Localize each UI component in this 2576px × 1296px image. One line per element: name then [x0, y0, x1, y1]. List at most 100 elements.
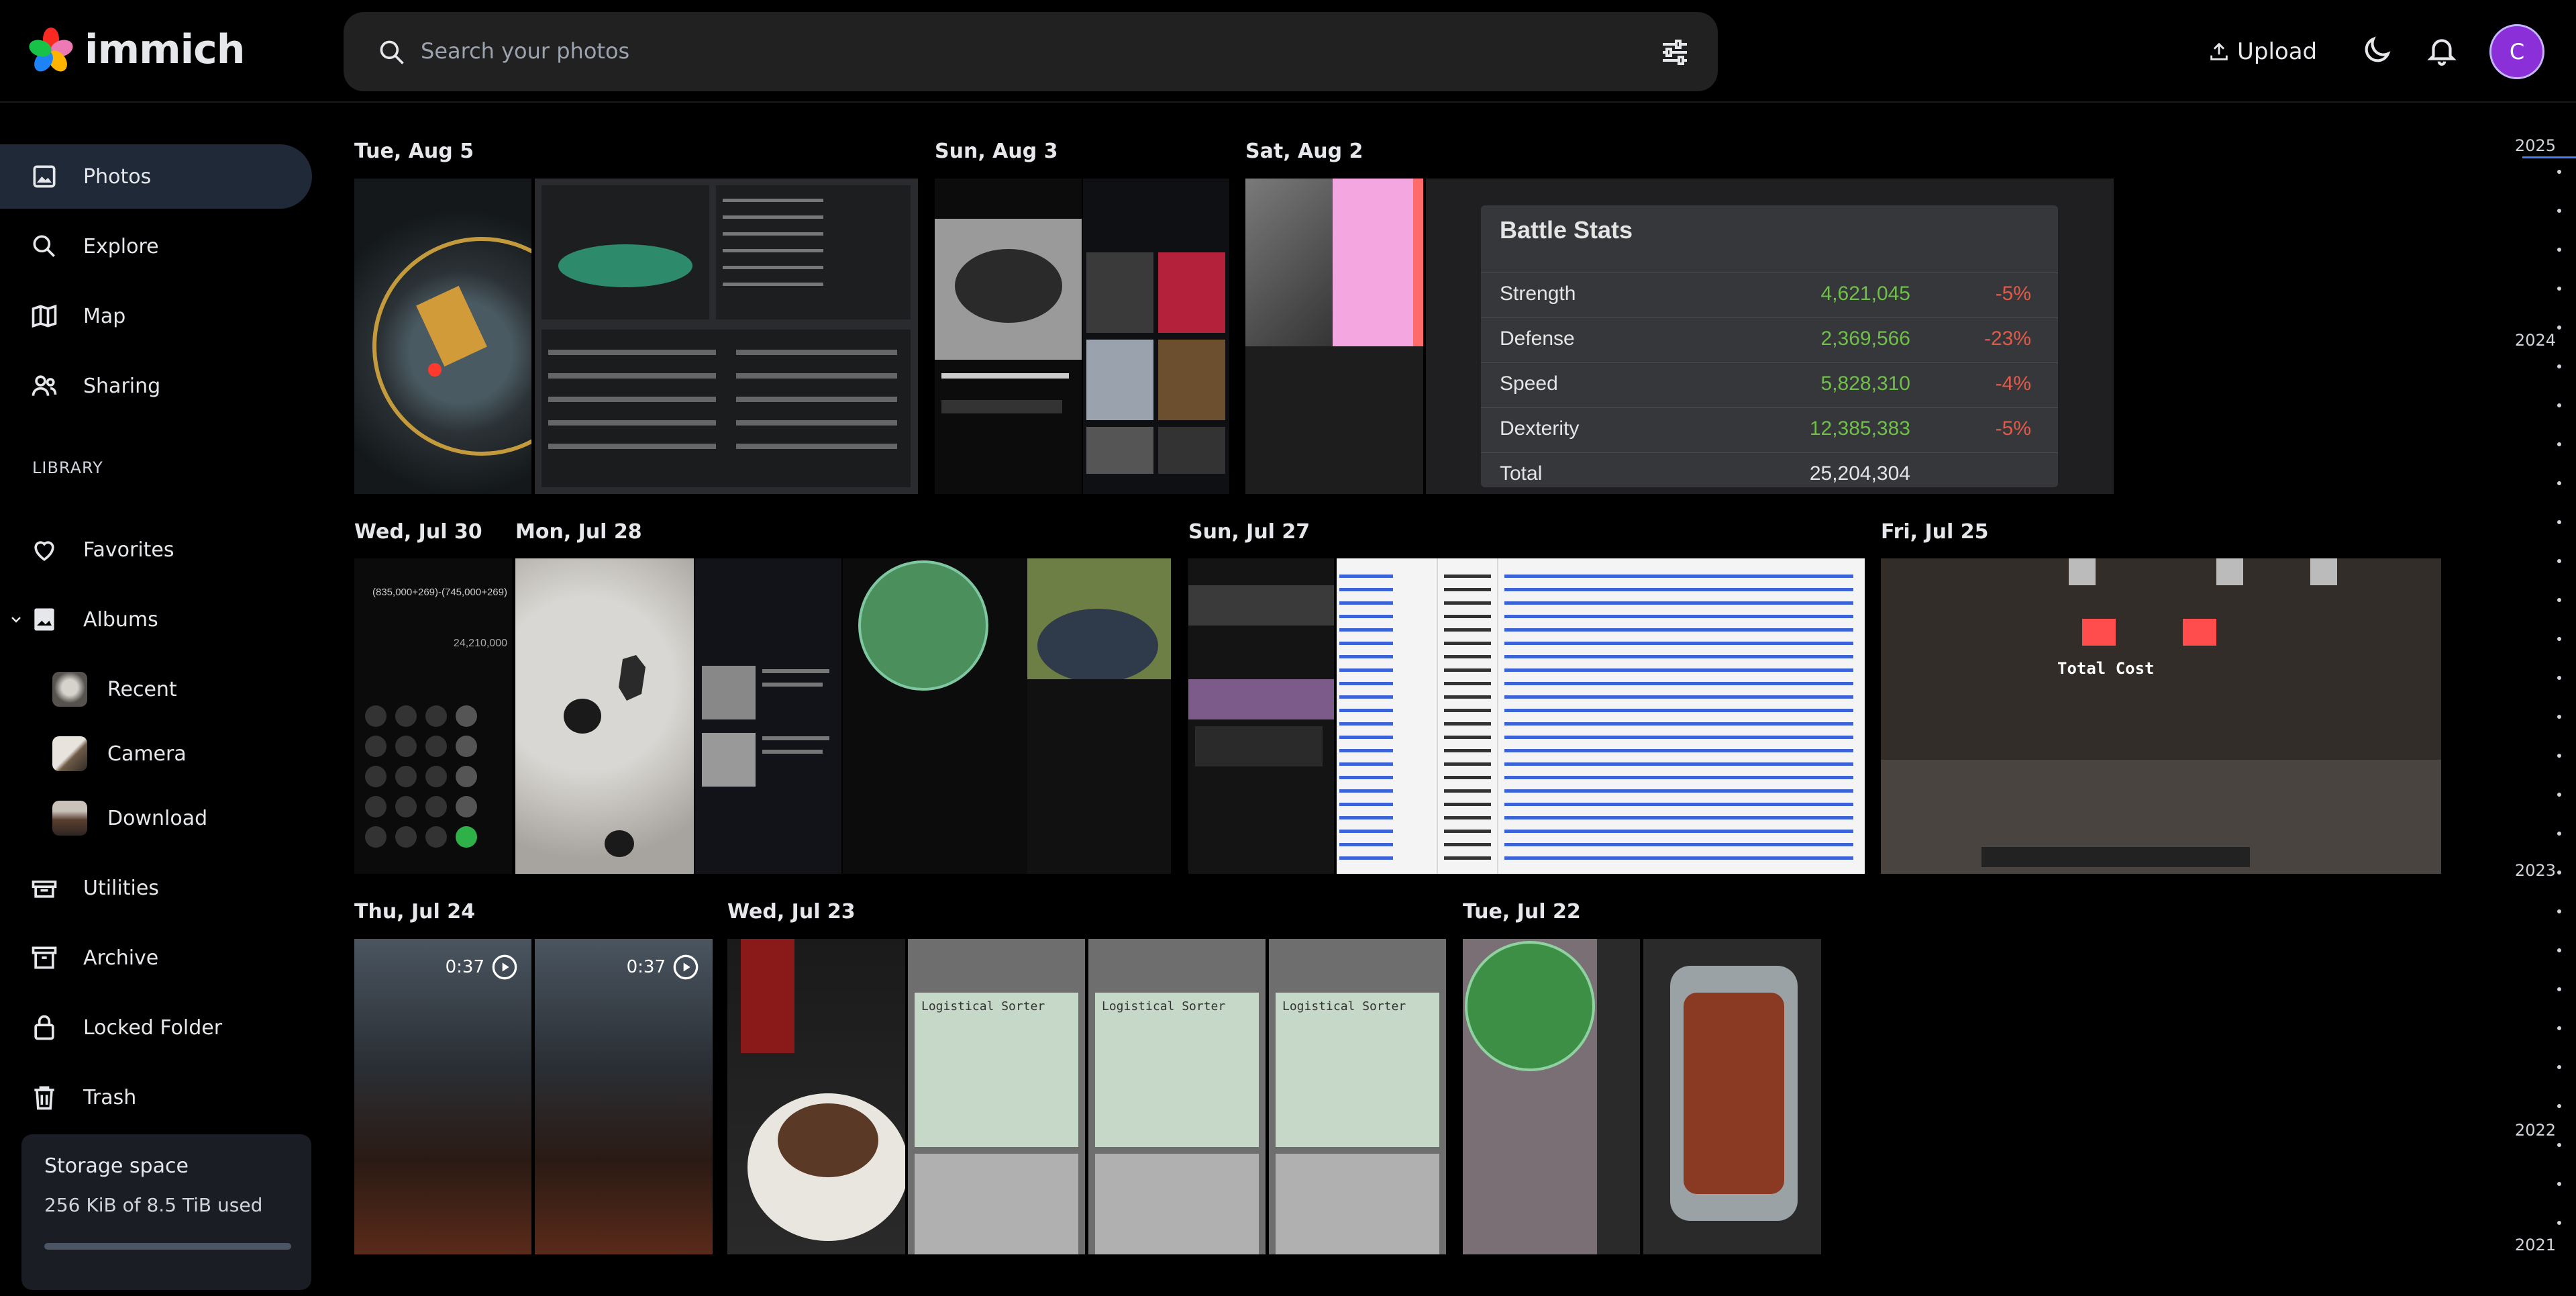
- photo-thumbnail[interactable]: [1337, 558, 1865, 874]
- scrubber-dot: [2557, 287, 2561, 291]
- theme-toggle-icon[interactable]: [2360, 34, 2393, 67]
- immich-logo[interactable]: immich: [27, 26, 245, 74]
- total-cost-label: Total Cost: [2057, 659, 2155, 678]
- duration-text: 0:37: [445, 957, 484, 977]
- video-thumbnail[interactable]: 0:37: [354, 939, 531, 1254]
- monitor-photo-image: [1245, 179, 1423, 494]
- date-group-label[interactable]: Mon, Jul 28: [515, 520, 642, 544]
- sidebar-item-sharing[interactable]: Sharing: [0, 354, 312, 418]
- sidebar-item-label: Utilities: [83, 876, 159, 900]
- sidebar-item-label: Sharing: [83, 374, 161, 398]
- food-photo-image: [741, 939, 905, 1241]
- sidebar-item-label: Map: [83, 304, 126, 328]
- photo-thumbnail[interactable]: [1188, 558, 1334, 874]
- album-item-recent[interactable]: Recent: [52, 662, 177, 716]
- library-heading: LIBRARY: [32, 458, 103, 477]
- video-duration: 0:37: [627, 954, 699, 981]
- search-input[interactable]: [421, 26, 1615, 77]
- lock-icon: [34, 1015, 54, 1040]
- photo-thumbnail[interactable]: Battle Stats Strength 4,621,045 -5% Defense…: [1426, 179, 2114, 494]
- sidebar-item-locked-folder[interactable]: Locked Folder: [0, 995, 312, 1060]
- date-group-label[interactable]: Thu, Jul 24: [354, 900, 475, 924]
- sidebar-item-explore[interactable]: Explore: [0, 214, 312, 279]
- battle-stats-title: Battle Stats: [1500, 216, 1633, 244]
- battle-stat-name: Total: [1500, 462, 1543, 485]
- user-avatar[interactable]: C: [2489, 24, 2544, 79]
- photo-thumbnail[interactable]: [727, 939, 905, 1254]
- scrubber-dot: [2557, 403, 2561, 407]
- speedometer-image: [372, 237, 531, 456]
- sorter-title: Logistical Sorter: [921, 999, 1045, 1013]
- scrubber-year[interactable]: 2021: [2515, 1236, 2556, 1254]
- scrubber-dot: [2557, 520, 2561, 524]
- search-options-icon[interactable]: [1659, 36, 1691, 68]
- search-icon[interactable]: [377, 38, 407, 67]
- date-group-label[interactable]: Sun, Jul 27: [1188, 520, 1310, 544]
- battle-stat-value: 5,828,310: [1820, 372, 1910, 395]
- sidebar-item-albums[interactable]: Albums: [0, 587, 312, 652]
- spreadsheet-image: [1337, 558, 1865, 874]
- upload-button[interactable]: Upload: [2208, 31, 2317, 72]
- photo-thumbnail[interactable]: [1245, 179, 1423, 494]
- marketplace-screenshot-image: [1086, 252, 1225, 474]
- heart-icon: [34, 541, 54, 561]
- date-group-label[interactable]: Sun, Aug 3: [935, 140, 1058, 163]
- sidebar-item-map[interactable]: Map: [0, 284, 312, 348]
- scrubber-dot: [2557, 364, 2561, 368]
- minecraft-screenshot-image: [1881, 558, 2441, 874]
- scrubber-dot: [2557, 948, 2561, 952]
- scrubber-dot: [2557, 1182, 2561, 1186]
- photo-thumbnail[interactable]: [354, 179, 531, 494]
- album-item-download[interactable]: Download: [52, 791, 207, 845]
- date-group-label[interactable]: Fri, Jul 25: [1881, 520, 1989, 544]
- scrubber-year[interactable]: 2024: [2515, 331, 2556, 350]
- album-item-camera[interactable]: Camera: [52, 727, 187, 781]
- scrubber-dot: [2557, 637, 2561, 641]
- scrubber-dot: [2557, 715, 2561, 719]
- immich-logo-icon: [29, 28, 73, 72]
- meatloaf-photo-image: [1670, 966, 1798, 1221]
- duration-text: 0:37: [626, 957, 666, 977]
- sidebar-item-utilities[interactable]: Utilities: [0, 856, 312, 920]
- photo-thumbnail[interactable]: Logistical Sorter: [1088, 939, 1266, 1254]
- photo-thumbnail[interactable]: Total Cost: [1881, 558, 2441, 874]
- date-group-label[interactable]: Tue, Aug 5: [354, 140, 474, 163]
- object-photo-image: [564, 655, 646, 857]
- photo-thumbnail[interactable]: Logistical Sorter: [1269, 939, 1446, 1254]
- photo-thumbnail[interactable]: [515, 558, 694, 874]
- archive-icon: [32, 946, 57, 969]
- battle-stat-name: Speed: [1500, 372, 1558, 395]
- scrubber-year[interactable]: 2022: [2515, 1121, 2556, 1140]
- photo-thumbnail[interactable]: [695, 558, 841, 874]
- date-group-label[interactable]: Sat, Aug 2: [1245, 140, 1363, 163]
- sidebar-item-photos[interactable]: Photos: [0, 144, 312, 209]
- timeline-scrubber[interactable]: 2025 2024 2023 2022 2021: [2483, 103, 2576, 1296]
- sidebar-item-favorites[interactable]: Favorites: [0, 517, 312, 582]
- photo-thumbnail[interactable]: [935, 179, 1082, 494]
- scrubber-dot: [2557, 1065, 2561, 1069]
- photo-thumbnail[interactable]: [843, 558, 1171, 874]
- date-group-label[interactable]: Wed, Jul 30: [354, 520, 482, 544]
- photo-thumbnail[interactable]: Logistical Sorter: [908, 939, 1085, 1254]
- date-group-label[interactable]: Tue, Jul 22: [1463, 900, 1581, 924]
- scrubber-dot: [2557, 832, 2561, 836]
- notifications-icon[interactable]: [2425, 34, 2459, 67]
- photo-thumbnail[interactable]: [1463, 939, 1640, 1254]
- search-bar[interactable]: [344, 12, 1718, 91]
- photo-thumbnail[interactable]: [535, 179, 918, 494]
- sidebar-item-trash[interactable]: Trash: [0, 1065, 312, 1130]
- sidebar-item-archive[interactable]: Archive: [0, 926, 312, 990]
- photo-thumbnail[interactable]: [1643, 939, 1821, 1254]
- sorter-screenshot-image: [1095, 993, 1259, 1254]
- photo-thumbnail[interactable]: [1083, 179, 1229, 494]
- album-thumbnail: [52, 801, 87, 836]
- date-group-label[interactable]: Wed, Jul 23: [727, 900, 856, 924]
- scrubber-dot: [2557, 209, 2561, 213]
- video-thumbnail[interactable]: 0:37: [535, 939, 713, 1254]
- sorter-title: Logistical Sorter: [1282, 999, 1406, 1013]
- sidebar-item-label: Favorites: [83, 538, 174, 562]
- scrubber-year[interactable]: 2025: [2515, 136, 2556, 155]
- sidebar-item-label: Albums: [83, 607, 158, 632]
- scrubber-year[interactable]: 2023: [2515, 861, 2556, 880]
- photo-thumbnail[interactable]: (835,000+269)-(745,000+269) 24,210,000: [354, 558, 512, 874]
